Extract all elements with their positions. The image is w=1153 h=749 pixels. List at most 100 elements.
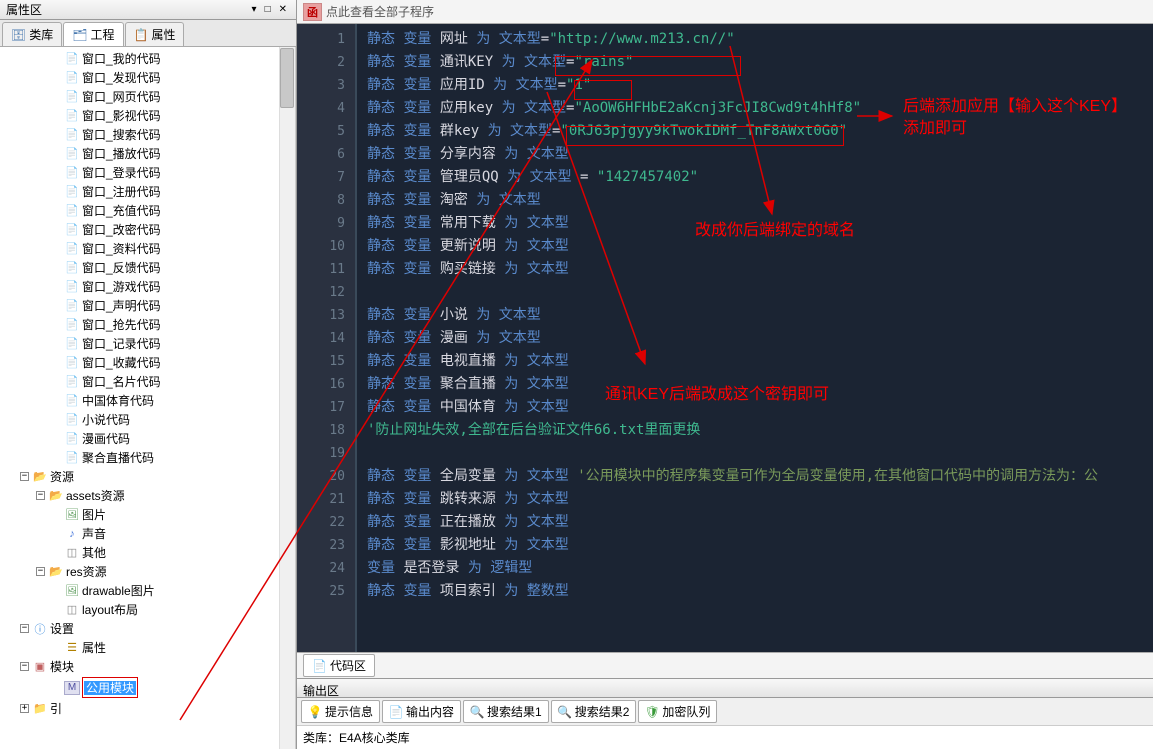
- tree-node-窗口_注册代码[interactable]: 📄窗口_注册代码: [0, 182, 295, 201]
- output-tab-搜索结果1[interactable]: 🔍搜索结果1: [463, 700, 549, 723]
- tree-toggle-icon[interactable]: −: [20, 472, 29, 481]
- tree-toggle-icon[interactable]: +: [20, 704, 29, 713]
- panel-tab-工程[interactable]: 🗂工程: [63, 22, 123, 46]
- code-editor[interactable]: 1234567891011121314151617181920212223242…: [297, 24, 1153, 652]
- prop-icon: ☰: [64, 641, 80, 655]
- code-line-17[interactable]: 静态 变量 中国体育 为 文本型: [367, 396, 1153, 419]
- tree-node-设置[interactable]: −ⓘ设置: [0, 619, 295, 638]
- breadcrumb[interactable]: 点此查看全部子程序: [326, 3, 434, 20]
- tree-node-res资源[interactable]: −📂res资源: [0, 562, 295, 581]
- code-line-11[interactable]: 静态 变量 购买链接 为 文本型: [367, 258, 1153, 281]
- tree-node-声音[interactable]: ♪声音: [0, 524, 295, 543]
- tree-node-窗口_充值代码[interactable]: 📄窗口_充值代码: [0, 201, 295, 220]
- tree-node-漫画代码[interactable]: 📄漫画代码: [0, 429, 295, 448]
- tree-node-窗口_收藏代码[interactable]: 📄窗口_收藏代码: [0, 353, 295, 372]
- tree-node-窗口_反馈代码[interactable]: 📄窗口_反馈代码: [0, 258, 295, 277]
- tree-toggle-icon[interactable]: −: [20, 624, 29, 633]
- tree-node-聚合直播代码[interactable]: 📄聚合直播代码: [0, 448, 295, 467]
- output-tab-加密队列[interactable]: 🛡加密队列: [638, 700, 717, 723]
- tree-node-窗口_我的代码[interactable]: 📄窗口_我的代码: [0, 49, 295, 68]
- code-line-7[interactable]: 静态 变量 管理员QQ 为 文本型 = "1427457402": [367, 166, 1153, 189]
- tree-node-窗口_发现代码[interactable]: 📄窗口_发现代码: [0, 68, 295, 87]
- code-line-10[interactable]: 静态 变量 更新说明 为 文本型: [367, 235, 1153, 258]
- form-icon: 📄: [64, 128, 80, 142]
- code-line-15[interactable]: 静态 变量 电视直播 为 文本型: [367, 350, 1153, 373]
- tree-node-属性[interactable]: ☰属性: [0, 638, 295, 657]
- tree-label: 窗口_影视代码: [82, 107, 161, 124]
- output-tab-输出内容[interactable]: 📄输出内容: [382, 700, 461, 723]
- code-lines[interactable]: 静态 变量 网址 为 文本型="http://www.m213.cn//"静态 …: [357, 24, 1153, 652]
- tree-scrollbar[interactable]: [279, 47, 295, 749]
- code-line-24[interactable]: 变量 是否登录 为 逻辑型: [367, 557, 1153, 580]
- tree-node-窗口_搜索代码[interactable]: 📄窗口_搜索代码: [0, 125, 295, 144]
- code-line-21[interactable]: 静态 变量 跳转来源 为 文本型: [367, 488, 1153, 511]
- code-line-22[interactable]: 静态 变量 正在播放 为 文本型: [367, 511, 1153, 534]
- tree-node-窗口_改密代码[interactable]: 📄窗口_改密代码: [0, 220, 295, 239]
- tree-node-图片[interactable]: 🖼图片: [0, 505, 295, 524]
- code-header: 函 点此查看全部子程序: [297, 0, 1153, 24]
- tree-toggle-icon[interactable]: −: [36, 491, 45, 500]
- tree-label: 窗口_改密代码: [82, 221, 161, 238]
- code-line-19[interactable]: [367, 442, 1153, 465]
- tree-node-引[interactable]: +📁引: [0, 699, 295, 718]
- code-line-5[interactable]: 静态 变量 群key 为 文本型="0RJ63pjgyy9kTwokIDMf_T…: [367, 120, 1153, 143]
- tree-node-窗口_登录代码[interactable]: 📄窗口_登录代码: [0, 163, 295, 182]
- tree-node-窗口_名片代码[interactable]: 📄窗口_名片代码: [0, 372, 295, 391]
- output-tab-搜索结果2[interactable]: 🔍搜索结果2: [551, 700, 637, 723]
- form-icon: 📄: [64, 71, 80, 85]
- form-icon: 📄: [64, 413, 80, 427]
- tree-toggle-icon[interactable]: −: [20, 662, 29, 671]
- code-line-12[interactable]: [367, 281, 1153, 304]
- folder-icon: 📁: [32, 702, 48, 716]
- tree-node-窗口_游戏代码[interactable]: 📄窗口_游戏代码: [0, 277, 295, 296]
- form-icon: 📄: [64, 52, 80, 66]
- dropdown-icon[interactable]: ▾: [249, 4, 260, 15]
- tree-node-小说代码[interactable]: 📄小说代码: [0, 410, 295, 429]
- tab-code-area[interactable]: 📄 代码区: [303, 654, 375, 677]
- tree-node-layout布局[interactable]: ◫layout布局: [0, 600, 295, 619]
- output-tabs: 💡提示信息📄输出内容🔍搜索结果1🔍搜索结果2🛡加密队列: [297, 698, 1153, 726]
- code-line-23[interactable]: 静态 变量 影视地址 为 文本型: [367, 534, 1153, 557]
- panel-tab-类库[interactable]: 🗄类库: [2, 22, 62, 46]
- tree-label: 窗口_游戏代码: [82, 278, 161, 295]
- tree-node-窗口_声明代码[interactable]: 📄窗口_声明代码: [0, 296, 295, 315]
- tree-node-窗口_播放代码[interactable]: 📄窗口_播放代码: [0, 144, 295, 163]
- code-line-20[interactable]: 静态 变量 全局变量 为 文本型 '公用模块中的程序集变量可作为全局变量使用,在…: [367, 465, 1153, 488]
- code-line-4[interactable]: 静态 变量 应用key 为 文本型="AoOW6HFHbE2aKcnj3FcJI…: [367, 97, 1153, 120]
- tree-node-其他[interactable]: ◫其他: [0, 543, 295, 562]
- tree-node-公用模块[interactable]: M公用模块: [0, 676, 295, 699]
- code-line-3[interactable]: 静态 变量 应用ID 为 文本型="1": [367, 74, 1153, 97]
- code-line-13[interactable]: 静态 变量 小说 为 文本型: [367, 304, 1153, 327]
- code-line-18[interactable]: '防止网址失效,全部在后台验证文件66.txt里面更换: [367, 419, 1153, 442]
- code-line-2[interactable]: 静态 变量 通讯KEY 为 文本型="rains": [367, 51, 1153, 74]
- tree-node-窗口_影视代码[interactable]: 📄窗口_影视代码: [0, 106, 295, 125]
- code-line-25[interactable]: 静态 变量 项目索引 为 整数型: [367, 580, 1153, 603]
- tree-node-中国体育代码[interactable]: 📄中国体育代码: [0, 391, 295, 410]
- folder-open-icon: 📂: [32, 470, 48, 484]
- panel-tab-属性[interactable]: 📋属性: [125, 22, 185, 46]
- snd-icon: ♪: [64, 527, 80, 541]
- tree-node-assets资源[interactable]: −📂assets资源: [0, 486, 295, 505]
- tree-toggle-icon[interactable]: −: [36, 567, 45, 576]
- form-icon: 📄: [64, 147, 80, 161]
- close-icon[interactable]: ✕: [276, 4, 290, 15]
- scrollbar-thumb[interactable]: [280, 48, 294, 108]
- tree-node-drawable图片[interactable]: 🖼drawable图片: [0, 581, 295, 600]
- tree-node-窗口_网页代码[interactable]: 📄窗口_网页代码: [0, 87, 295, 106]
- pin-icon[interactable]: □: [262, 4, 274, 15]
- tree-node-窗口_资料代码[interactable]: 📄窗口_资料代码: [0, 239, 295, 258]
- code-line-9[interactable]: 静态 变量 常用下载 为 文本型: [367, 212, 1153, 235]
- code-line-1[interactable]: 静态 变量 网址 为 文本型="http://www.m213.cn//": [367, 28, 1153, 51]
- tree-node-模块[interactable]: −▣模块: [0, 657, 295, 676]
- project-tree[interactable]: 📄窗口_我的代码📄窗口_发现代码📄窗口_网页代码📄窗口_影视代码📄窗口_搜索代码…: [0, 47, 296, 749]
- tree-node-窗口_抢先代码[interactable]: 📄窗口_抢先代码: [0, 315, 295, 334]
- tree-node-资源[interactable]: −📂资源: [0, 467, 295, 486]
- tree-node-窗口_记录代码[interactable]: 📄窗口_记录代码: [0, 334, 295, 353]
- tab-label: 属性: [151, 26, 175, 43]
- db-icon: 🗄: [11, 28, 26, 42]
- code-line-8[interactable]: 静态 变量 淘密 为 文本型: [367, 189, 1153, 212]
- code-line-14[interactable]: 静态 变量 漫画 为 文本型: [367, 327, 1153, 350]
- output-tab-提示信息[interactable]: 💡提示信息: [301, 700, 380, 723]
- code-line-16[interactable]: 静态 变量 聚合直播 为 文本型: [367, 373, 1153, 396]
- code-line-6[interactable]: 静态 变量 分享内容 为 文本型: [367, 143, 1153, 166]
